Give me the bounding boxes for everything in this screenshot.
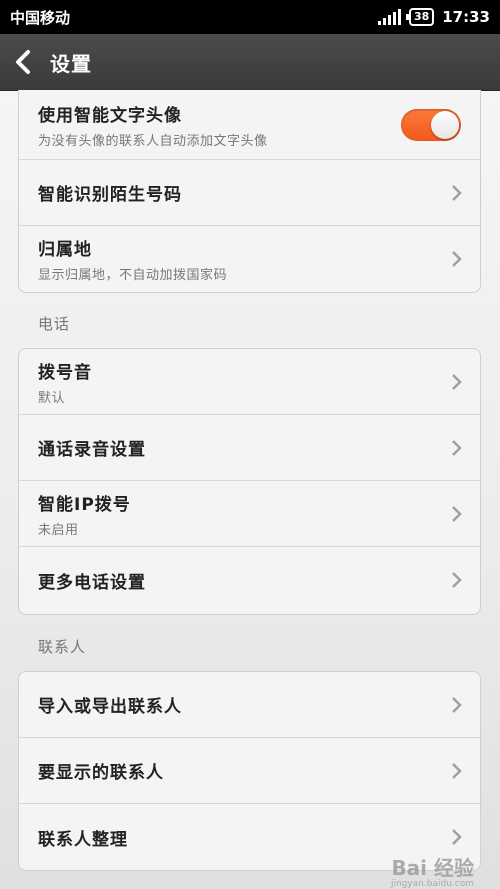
row-subtitle: 默认 — [38, 390, 66, 406]
chevron-right-icon — [452, 373, 462, 390]
text-avatar-row[interactable]: 使用智能文字头像 为没有头像的联系人自动添加文字头像 — [19, 90, 480, 160]
row-title: 要显示的联系人 — [38, 763, 164, 783]
location-row[interactable]: 归属地 显示归属地，不自动加拨国家码 — [19, 226, 480, 292]
title-bar: 设置 — [0, 34, 500, 91]
row-title: 通话录音设置 — [38, 440, 146, 460]
back-button[interactable] — [0, 34, 46, 90]
chevron-right-icon — [452, 696, 462, 713]
row-title: 导入或导出联系人 — [38, 697, 182, 717]
section-label-contacts: 联系人 — [38, 638, 87, 656]
row-subtitle: 未启用 — [38, 522, 79, 538]
baidu-watermark: Bai 经验 — [391, 852, 474, 881]
row-title: 拨号音 — [38, 362, 92, 383]
row-title: 智能IP拨号 — [38, 494, 131, 515]
row-title: 智能识别陌生号码 — [38, 185, 182, 205]
status-indicators: 38 17:33 — [377, 8, 490, 26]
contacts-settings-card: 导入或导出联系人 要显示的联系人 联系人整理 — [18, 671, 481, 871]
import-export-contacts-row[interactable]: 导入或导出联系人 — [19, 672, 480, 738]
phone-settings-card: 拨号音 默认 通话录音设置 智能IP拨号 未启用 更多电话设置 — [18, 348, 481, 615]
row-title: 更多电话设置 — [38, 572, 146, 593]
smart-ip-dial-row[interactable]: 智能IP拨号 未启用 — [19, 481, 480, 547]
chevron-right-icon — [452, 184, 462, 201]
back-arrow-icon — [16, 50, 30, 74]
status-time: 17:33 — [442, 8, 490, 26]
call-recording-row[interactable]: 通话录音设置 — [19, 415, 480, 481]
row-title: 联系人整理 — [38, 829, 128, 850]
chevron-right-icon — [452, 829, 462, 845]
dial-tone-row[interactable]: 拨号音 默认 — [19, 349, 480, 415]
section-label-phone: 电话 — [38, 315, 71, 333]
more-phone-settings-row[interactable]: 更多电话设置 — [19, 547, 480, 613]
watermark-url: jingyan.baidu.com — [390, 879, 474, 889]
chevron-right-icon — [452, 251, 462, 267]
toggle-knob — [431, 110, 459, 139]
carrier-name: 中国移动 — [10, 8, 71, 27]
battery-icon: 38 — [405, 8, 435, 26]
identify-stranger-row[interactable]: 智能识别陌生号码 — [19, 160, 480, 226]
watermark-text: Bai 经验 — [391, 856, 474, 880]
row-subtitle: 显示归属地，不自动加拨国家码 — [38, 268, 228, 283]
chevron-right-icon — [452, 439, 462, 456]
row-title: 归属地 — [38, 240, 92, 260]
text-avatar-toggle[interactable] — [401, 108, 461, 141]
page-title: 设置 — [50, 51, 92, 76]
chevron-right-icon — [452, 762, 462, 779]
chevron-right-icon — [452, 505, 462, 522]
chevron-right-icon — [452, 572, 462, 588]
general-settings-card: 使用智能文字头像 为没有头像的联系人自动添加文字头像 智能识别陌生号码 归属地 … — [18, 90, 481, 293]
contacts-to-display-row[interactable]: 要显示的联系人 — [19, 738, 480, 804]
signal-icon — [377, 9, 401, 25]
status-bar: 中国移动 38 17:33 — [0, 0, 500, 34]
